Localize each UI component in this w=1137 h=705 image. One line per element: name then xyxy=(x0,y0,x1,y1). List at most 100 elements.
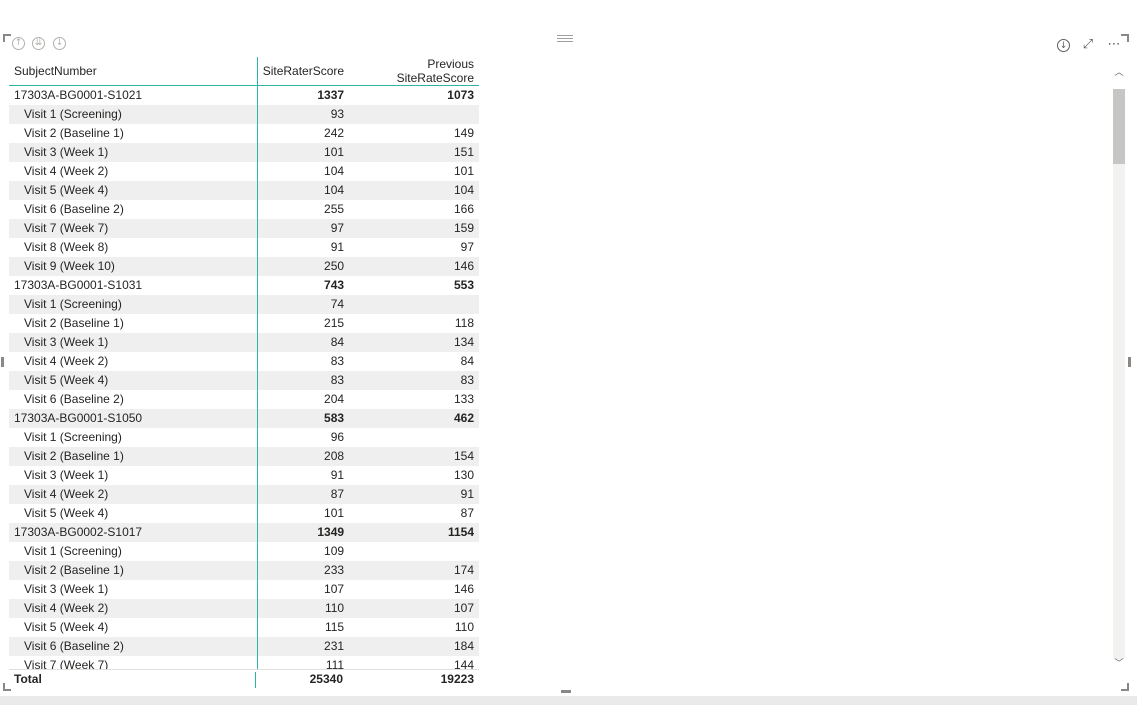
chevron-up-icon[interactable]: ︿ xyxy=(1113,67,1125,79)
row-label: Visit 6 (Baseline 2) xyxy=(9,200,258,219)
download-circle-icon[interactable]: ↓ xyxy=(1057,38,1070,52)
resize-handle-right[interactable] xyxy=(1128,357,1131,367)
row-previous-score: 87 xyxy=(460,506,474,520)
total-row: Total 25340 19223 xyxy=(9,669,479,688)
total-label: Total xyxy=(14,672,256,688)
row-previous-score: 110 xyxy=(454,620,474,634)
drag-grip-icon[interactable] xyxy=(557,35,573,45)
row-previous-score: 1154 xyxy=(349,523,479,542)
row-label: 17303A-BG0001-S1031 xyxy=(9,276,258,295)
row-score: 96 xyxy=(330,430,345,444)
row-score: 110 xyxy=(257,599,350,618)
row-label: Visit 5 (Week 4) xyxy=(9,504,258,523)
row-label: Visit 7 (Week 7) xyxy=(9,219,258,238)
visit-row[interactable]: Visit 5 (Week 4) 104 104 xyxy=(9,181,479,200)
row-score: 97 xyxy=(257,219,350,238)
row-label: Visit 5 (Week 4) xyxy=(9,181,258,200)
scrollbar-track[interactable] xyxy=(1113,89,1125,659)
row-previous-score: 133 xyxy=(453,392,474,406)
visit-row[interactable]: Visit 4 (Week 2) 83 84 xyxy=(9,352,479,371)
visit-row[interactable]: Visit 1 (Screening) 96 xyxy=(9,428,479,447)
resize-corner-bottom-right[interactable] xyxy=(1121,683,1129,691)
matrix-table: SubjectNumber SiteRaterScore Previous Si… xyxy=(9,57,479,687)
visit-row[interactable]: Visit 6 (Baseline 2) 204 133 xyxy=(9,390,479,409)
row-previous-score: 174 xyxy=(349,561,479,580)
row-previous-score: 462 xyxy=(349,409,479,428)
resize-handle-bottom[interactable] xyxy=(561,690,571,693)
column-header-previous[interactable]: Previous SiteRateScore xyxy=(349,57,479,86)
scrollbar-thumb[interactable] xyxy=(1113,89,1125,164)
column-header-subject[interactable]: SubjectNumber xyxy=(9,57,258,86)
row-previous-score: 166 xyxy=(453,202,474,216)
visit-row[interactable]: Visit 3 (Week 1) 101 151 xyxy=(9,143,479,162)
visit-row[interactable]: Visit 5 (Week 4) 101 87 xyxy=(9,504,479,523)
column-header-score[interactable]: SiteRaterScore xyxy=(257,57,350,86)
visit-row[interactable]: Visit 3 (Week 1) 91 130 xyxy=(9,466,479,485)
row-label: Visit 3 (Week 1) xyxy=(9,580,258,599)
visit-row[interactable]: Visit 9 (Week 10) 250 146 xyxy=(9,257,479,276)
more-options-icon[interactable]: ⋯ xyxy=(1106,37,1122,53)
visit-row[interactable]: Visit 1 (Screening) 109 xyxy=(9,542,479,561)
row-label: Visit 6 (Baseline 2) xyxy=(9,390,258,409)
row-label: 17303A-BG0002-S1017 xyxy=(9,523,258,542)
visit-row[interactable]: Visit 6 (Baseline 2) 255 166 xyxy=(9,200,479,219)
visit-row[interactable]: Visit 3 (Week 1) 84 134 xyxy=(9,333,479,352)
table-visual[interactable]: ↑ ⇊ ↓ ↓ ⤢ ⋯ SubjectNumber SiteRaterScore… xyxy=(1,34,1131,693)
row-previous-score: 184 xyxy=(349,637,479,656)
row-label: Visit 4 (Week 2) xyxy=(9,485,258,504)
row-previous-score: 97 xyxy=(460,240,474,254)
row-score: 91 xyxy=(330,240,345,254)
row-score: 255 xyxy=(324,202,345,216)
focus-mode-icon[interactable]: ⤢ xyxy=(1080,37,1096,53)
row-score: 107 xyxy=(324,582,345,596)
visit-row[interactable]: Visit 4 (Week 2) 110 107 xyxy=(9,599,479,618)
visit-row[interactable]: Visit 2 (Baseline 1) 215 118 xyxy=(9,314,479,333)
row-label: Visit 1 (Screening) xyxy=(9,428,258,447)
drill-up-icon[interactable]: ↑ xyxy=(12,37,25,50)
row-score: 104 xyxy=(324,164,345,178)
row-previous-score: 146 xyxy=(453,582,474,596)
visit-row[interactable]: Visit 5 (Week 4) 115 110 xyxy=(9,618,479,637)
row-previous-score: 107 xyxy=(349,599,479,618)
drill-mode-icon[interactable]: ↓ xyxy=(53,37,66,50)
visual-header: ↑ ⇊ ↓ ↓ ⤢ ⋯ xyxy=(4,35,1128,55)
expand-all-icon[interactable]: ⇊ xyxy=(32,37,45,50)
visit-row[interactable]: Visit 5 (Week 4) 83 83 xyxy=(9,371,479,390)
row-previous-score xyxy=(349,105,479,124)
row-label: Visit 5 (Week 4) xyxy=(9,371,258,390)
subject-row[interactable]: 17303A-BG0001-S1021 1337 1073 xyxy=(9,85,479,105)
visit-row[interactable]: Visit 3 (Week 1) 107 146 xyxy=(9,580,479,599)
visit-row[interactable]: Visit 2 (Baseline 1) 208 154 xyxy=(9,447,479,466)
vertical-scrollbar[interactable]: ︿ ﹀ xyxy=(1113,67,1125,670)
subject-row[interactable]: 17303A-BG0001-S1031 743 553 xyxy=(9,276,479,295)
row-previous-score xyxy=(349,542,479,561)
row-label: Visit 9 (Week 10) xyxy=(9,257,258,276)
row-previous-score: 149 xyxy=(453,126,474,140)
visit-row[interactable]: Visit 1 (Screening) 74 xyxy=(9,295,479,314)
row-score: 93 xyxy=(257,105,350,124)
row-score: 233 xyxy=(257,561,350,580)
row-label: Visit 1 (Screening) xyxy=(9,105,258,124)
total-previous: 19223 xyxy=(440,672,474,686)
visit-row[interactable]: Visit 6 (Baseline 2) 231 184 xyxy=(9,637,479,656)
resize-handle-left[interactable] xyxy=(1,357,4,367)
visit-row[interactable]: Visit 8 (Week 8) 91 97 xyxy=(9,238,479,257)
visit-row[interactable]: Visit 7 (Week 7) 97 159 xyxy=(9,219,479,238)
visit-row[interactable]: Visit 4 (Week 2) 87 91 xyxy=(9,485,479,504)
visit-row[interactable]: Visit 2 (Baseline 1) 233 174 xyxy=(9,561,479,580)
row-previous-score: 130 xyxy=(453,468,474,482)
row-score: 743 xyxy=(324,278,345,292)
visit-row[interactable]: Visit 2 (Baseline 1) 242 149 xyxy=(9,124,479,143)
row-score: 250 xyxy=(257,257,350,276)
subject-row[interactable]: 17303A-BG0001-S1050 583 462 xyxy=(9,409,479,428)
row-score: 215 xyxy=(324,316,345,330)
row-label: Visit 3 (Week 1) xyxy=(9,466,258,485)
chevron-down-icon[interactable]: ﹀ xyxy=(1113,658,1125,670)
visit-row[interactable]: Visit 1 (Screening) 93 xyxy=(9,105,479,124)
row-score: 74 xyxy=(257,295,350,314)
row-previous-score: 1073 xyxy=(447,88,474,102)
subject-row[interactable]: 17303A-BG0002-S1017 1349 1154 xyxy=(9,523,479,542)
visit-row[interactable]: Visit 4 (Week 2) 104 101 xyxy=(9,162,479,181)
row-label: Visit 1 (Screening) xyxy=(9,295,258,314)
row-label: 17303A-BG0001-S1050 xyxy=(9,409,258,428)
